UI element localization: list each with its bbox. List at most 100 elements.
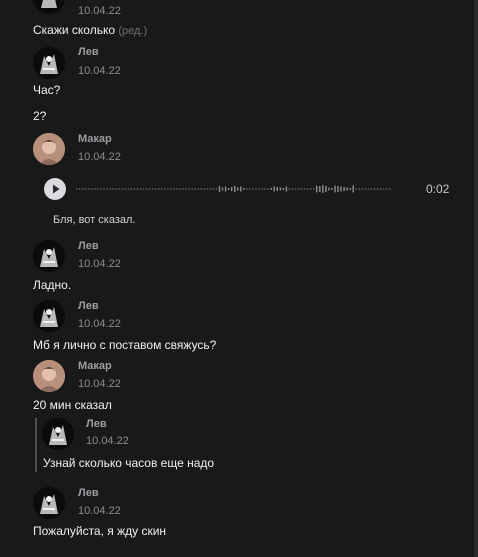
waveform-bar xyxy=(197,188,199,190)
waveform-bar xyxy=(246,188,248,190)
waveform-bar xyxy=(167,188,169,190)
waveform-bar xyxy=(173,188,175,190)
author-name[interactable]: Лев xyxy=(78,240,99,252)
waveform-bar xyxy=(91,188,93,190)
waveform-bar xyxy=(319,186,321,192)
avatar-lev[interactable] xyxy=(33,0,65,14)
waveform-bar xyxy=(303,188,306,190)
waveform-bar xyxy=(306,188,309,190)
waveform-bar xyxy=(313,188,315,190)
waveform-bar xyxy=(294,188,297,190)
waveform-bar xyxy=(200,188,202,190)
waveform-bar xyxy=(389,188,391,190)
avatar-makar[interactable] xyxy=(33,360,65,392)
waveform-bar xyxy=(349,188,351,190)
waveform-bar xyxy=(364,188,367,190)
waveform-bar xyxy=(297,188,300,190)
message-text: Пожалуйста, я жду скин xyxy=(33,524,167,538)
message-date: 10.04.22 xyxy=(78,65,121,77)
message-text: Час? xyxy=(33,83,61,97)
waveform-bar xyxy=(215,188,218,190)
avatar-lev[interactable] xyxy=(33,300,65,332)
message-text: 20 мин сказал xyxy=(33,398,112,412)
message-text: Скажи сколько (ред.) xyxy=(33,23,147,37)
waveform-bar xyxy=(288,188,291,190)
quote-text[interactable]: Узнай сколько часов еще надо xyxy=(43,456,214,470)
message-date: 10.04.22 xyxy=(78,378,121,390)
waveform-bar xyxy=(218,186,221,192)
author-name[interactable]: Макар xyxy=(78,133,112,145)
waveform-bar xyxy=(234,186,236,192)
waveform-bar xyxy=(212,188,215,190)
waveform-bar xyxy=(130,188,133,190)
waveform-bar xyxy=(94,188,96,190)
waveform-bar xyxy=(142,188,145,190)
message-date: 10.04.22 xyxy=(78,151,121,163)
waveform-bar xyxy=(85,188,87,190)
waveform-bar xyxy=(325,186,327,192)
message-date: 10.04.22 xyxy=(78,318,121,330)
waveform-bar xyxy=(382,188,385,190)
chat-scroll-edge xyxy=(474,0,478,557)
author-name[interactable]: Лев xyxy=(78,46,99,58)
waveform-bar xyxy=(358,188,360,190)
waveform-bar xyxy=(243,188,245,190)
edited-marker: (ред.) xyxy=(118,25,148,37)
waveform-bar xyxy=(300,188,303,190)
waveform-bar xyxy=(379,188,382,190)
waveform-bar xyxy=(316,185,318,193)
waveform-bar xyxy=(194,188,196,190)
message-text: 2? xyxy=(33,109,47,123)
waveform-bar xyxy=(367,188,370,190)
waveform-bar xyxy=(267,188,269,190)
message-date: 10.04.22 xyxy=(78,505,121,517)
waveform-bar xyxy=(127,188,130,190)
waveform-bar xyxy=(124,188,126,190)
quote-avatar-lev[interactable] xyxy=(42,418,74,450)
waveform-bar xyxy=(148,188,151,190)
quote-author-name[interactable]: Лев xyxy=(86,418,107,430)
waveform-bar xyxy=(145,188,148,190)
waveform-bar xyxy=(352,185,354,193)
voice-play-button[interactable] xyxy=(44,178,66,200)
waveform-bar xyxy=(136,188,139,190)
waveform-bar xyxy=(376,188,379,190)
avatar-makar[interactable] xyxy=(33,133,65,165)
waveform-bar xyxy=(103,188,105,190)
waveform-bar xyxy=(100,188,102,190)
waveform-bar xyxy=(164,188,166,190)
waveform-bar xyxy=(182,188,184,190)
waveform-bar xyxy=(279,187,281,191)
waveform-bar xyxy=(273,186,275,192)
waveform-bar xyxy=(343,187,345,191)
message-date: 10.04.22 xyxy=(78,258,121,270)
voice-waveform[interactable] xyxy=(74,176,394,202)
waveform-bar xyxy=(310,188,312,190)
waveform-bar xyxy=(112,188,114,190)
waveform-bar xyxy=(88,188,90,190)
author-name[interactable]: Макар xyxy=(78,360,112,372)
waveform-bar xyxy=(185,188,187,190)
author-name[interactable]: Лев xyxy=(78,487,99,499)
waveform-bar xyxy=(191,188,193,190)
waveform-bar xyxy=(334,185,336,193)
waveform-bar xyxy=(158,188,160,190)
waveform-bar xyxy=(270,188,272,190)
waveform-bar xyxy=(249,188,251,190)
waveform-bar xyxy=(264,188,266,190)
message-text: Мб я лично с поставом свяжусь? xyxy=(33,338,217,352)
waveform-bar xyxy=(231,187,233,191)
message-text: Ладно. xyxy=(33,278,72,292)
waveform-bar xyxy=(373,188,376,190)
author-name[interactable]: Лев xyxy=(78,300,99,312)
avatar-lev[interactable] xyxy=(33,240,65,272)
waveform-bar xyxy=(155,188,157,190)
avatar-lev[interactable] xyxy=(33,47,65,79)
waveform-bar xyxy=(121,188,123,190)
waveform-bar xyxy=(261,188,263,190)
waveform-bar xyxy=(133,188,136,190)
waveform-bar xyxy=(255,188,257,190)
waveform-bar xyxy=(179,188,181,190)
waveform-bar xyxy=(282,188,284,190)
avatar-lev[interactable] xyxy=(33,487,65,519)
